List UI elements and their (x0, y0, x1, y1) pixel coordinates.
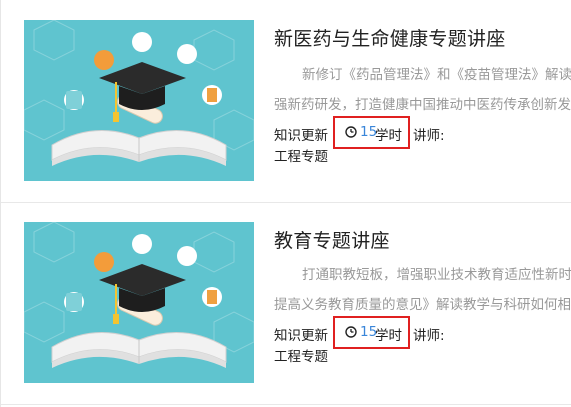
meta-label: 知识更新 (274, 128, 328, 144)
clock-icon (345, 126, 357, 138)
meta-label: 知识更新 (274, 328, 328, 344)
course-description: 强新药研发，打造健康中国推动中医药传承创新发展 (274, 97, 571, 113)
hours-unit: 学时 (375, 128, 402, 144)
course-thumbnail[interactable] (24, 20, 254, 181)
clock-icon (345, 326, 357, 338)
teacher-label: 讲师: (413, 328, 445, 344)
graduation-cap-book-icon (24, 222, 254, 383)
course-description: 打通职教短板，增强职业技术教育适应性新时代 (302, 267, 571, 283)
hours-unit: 学时 (375, 328, 402, 344)
course-title[interactable]: 教育专题讲座 (274, 226, 390, 253)
course-thumbnail[interactable] (24, 222, 254, 383)
divider (1, 202, 571, 203)
course-description: 新修订《药品管理法》和《疫苗管理法》解读 (302, 67, 571, 83)
course-item[interactable]: 新医药与生命健康专题讲座 新修订《药品管理法》和《疫苗管理法》解读 强新药研发，… (1, 0, 571, 203)
teacher-label: 讲师: (413, 128, 445, 144)
course-item[interactable]: 教育专题讲座 打通职教短板，增强职业技术教育适应性新时代 提高义务教育质量的意见… (1, 204, 571, 407)
graduation-cap-book-icon (24, 20, 254, 181)
course-category: 工程专题 (274, 349, 328, 365)
course-title[interactable]: 新医药与生命健康专题讲座 (274, 24, 506, 51)
course-description: 提高义务教育质量的意见》解读教学与科研如何相互促进 (274, 297, 571, 313)
course-category: 工程专题 (274, 149, 328, 165)
divider (1, 404, 571, 405)
course-list: 新医药与生命健康专题讲座 新修订《药品管理法》和《疫苗管理法》解读 强新药研发，… (0, 0, 571, 407)
